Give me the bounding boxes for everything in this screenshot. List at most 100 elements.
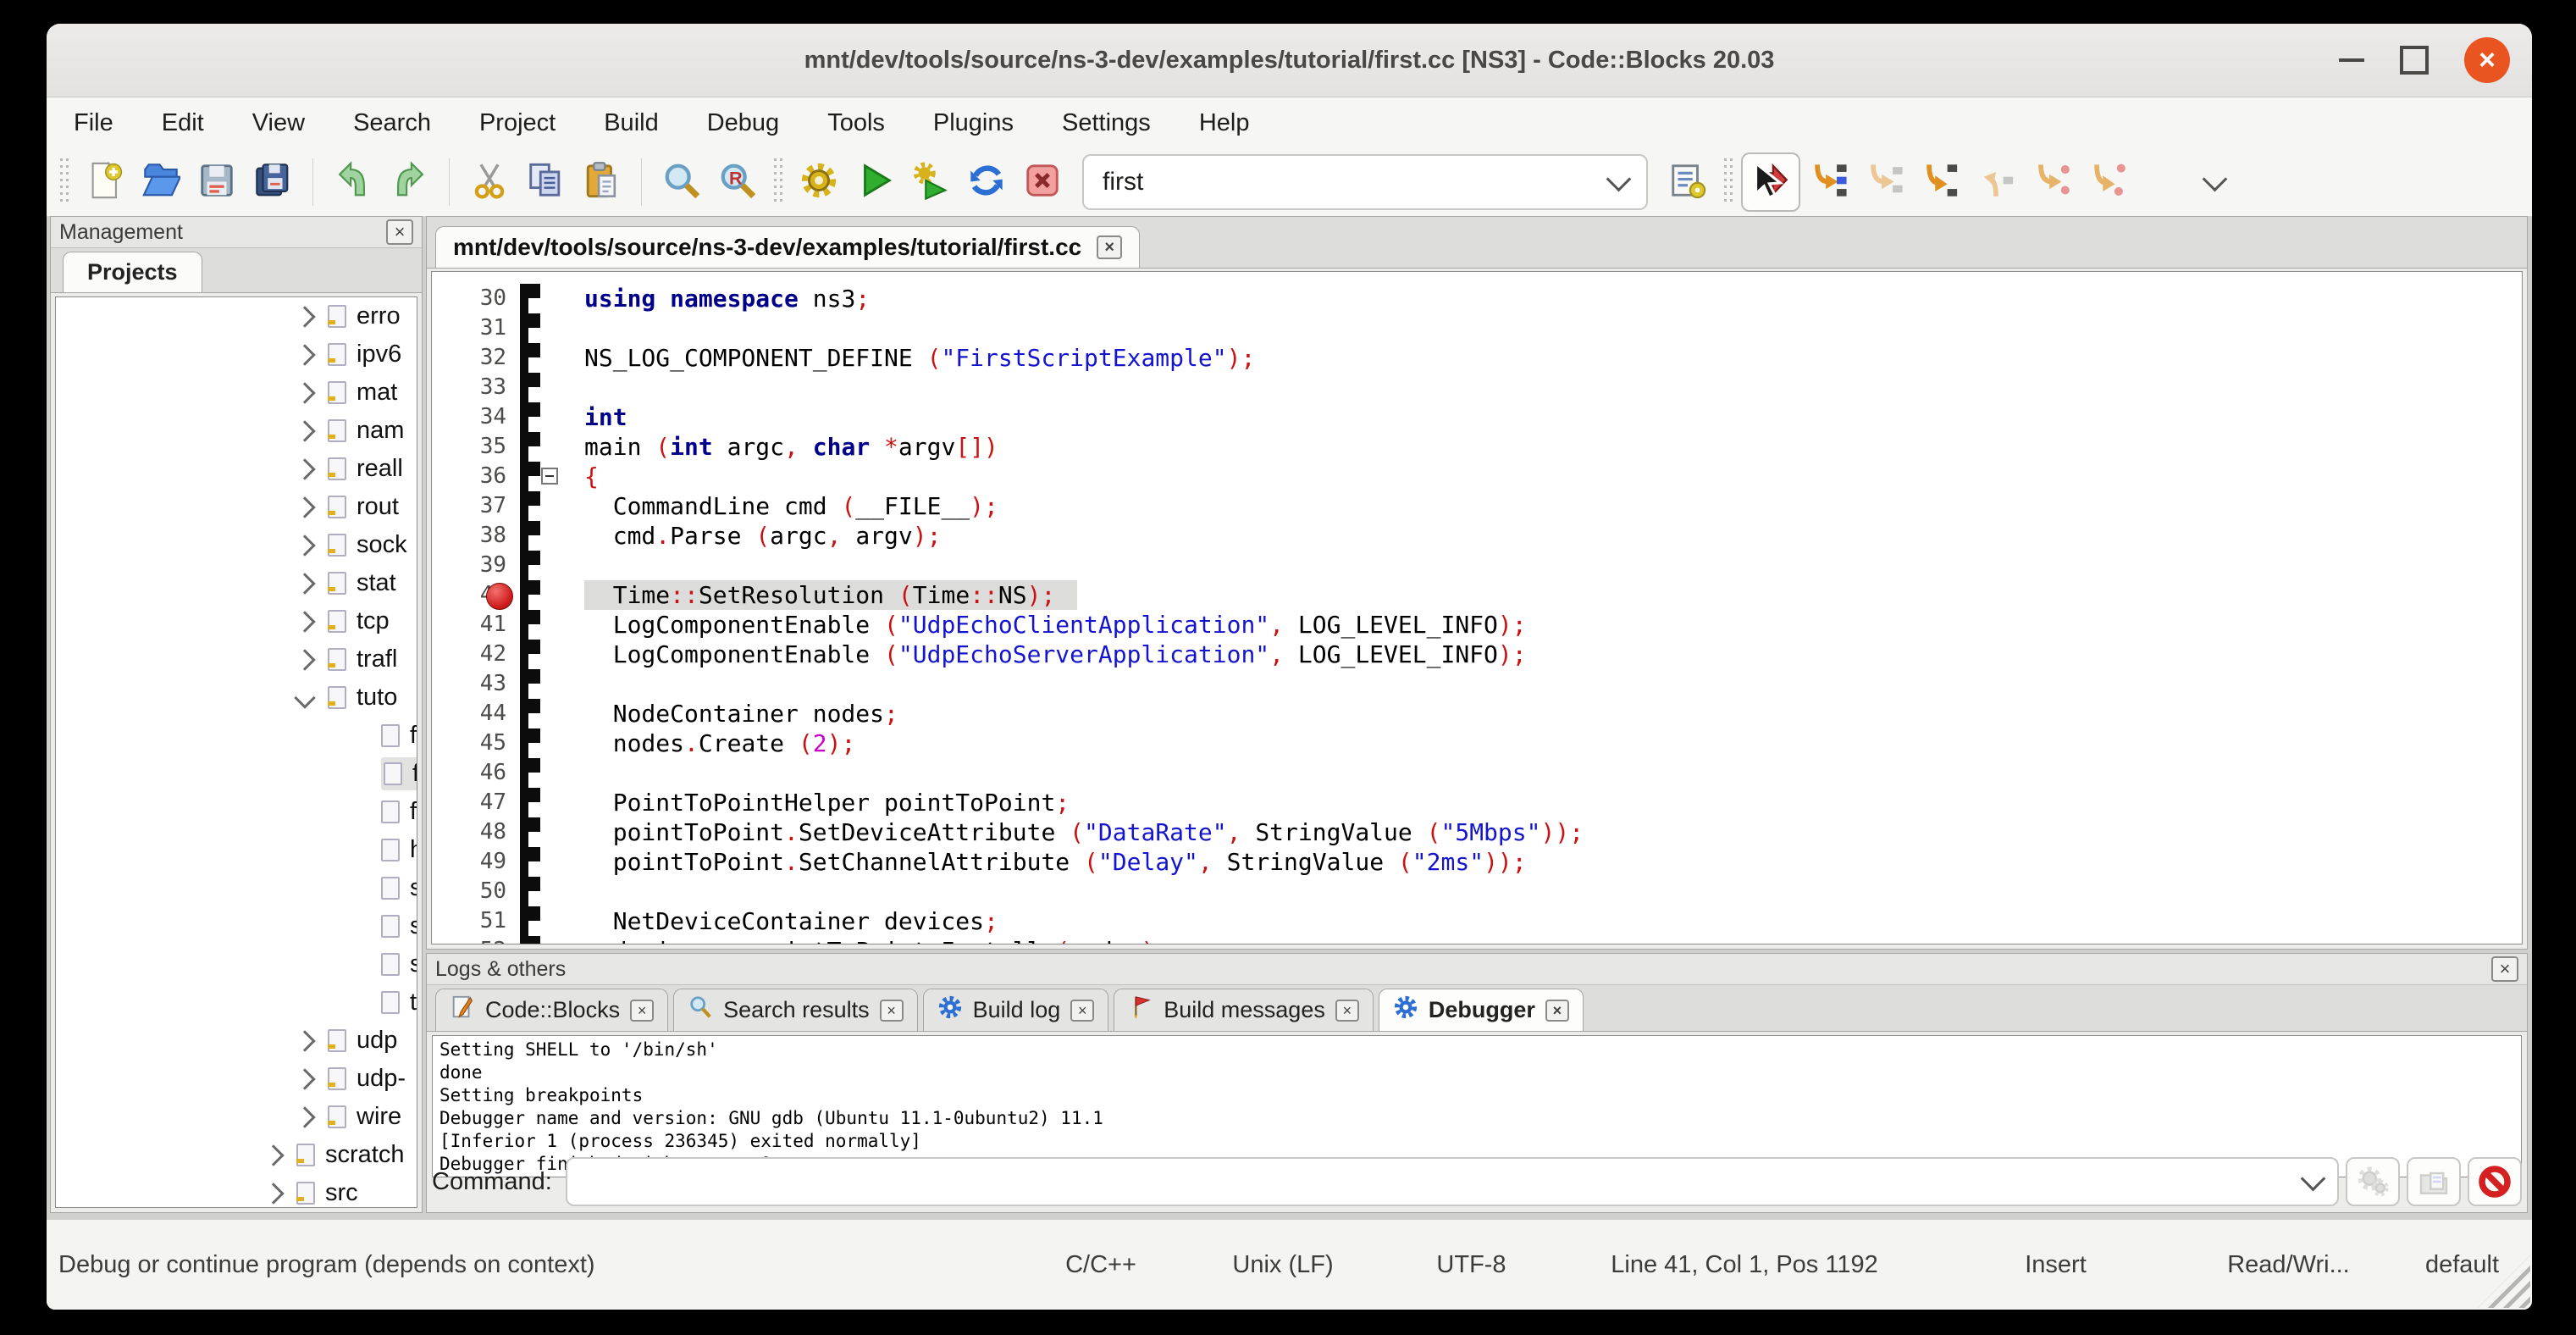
debug-continue-button[interactable] [1741,152,1800,212]
tree-item-he[interactable]: he [56,831,417,869]
expander-closed-icon[interactable] [294,458,315,479]
save-all-button[interactable] [245,154,301,210]
tree-item-th[interactable]: th [56,983,417,1022]
find-button[interactable] [654,154,710,210]
tree-item-src[interactable]: src [56,1174,417,1208]
project-tree[interactable]: erroipv6matnamreallroutsockstattcptraflt… [55,296,417,1208]
toolbar-grip[interactable] [772,158,784,206]
logs-tab-code-blocks[interactable]: Code::Blocks× [435,989,668,1031]
expander-closed-icon[interactable] [263,1183,284,1204]
code-line-38[interactable]: 38 cmd.Parse (argc, argv); [432,521,2522,551]
next-line-button[interactable] [1856,154,1912,210]
expander-closed-icon[interactable] [294,535,315,556]
code-line-44[interactable]: 44 NodeContainer nodes; [432,699,2522,728]
code-line-34[interactable]: 34int [432,402,2522,432]
command-input[interactable] [566,1157,2339,1206]
expander-closed-icon[interactable] [294,1106,315,1127]
expander-closed-icon[interactable] [294,573,315,594]
logs-tab-build-messages[interactable]: Build messages× [1114,989,1374,1031]
code-line-30[interactable]: 30using namespace ns3; [432,284,2522,313]
code-line-36[interactable]: 36{ [432,462,2522,491]
code-line-37[interactable]: 37 CommandLine cmd (__FILE__); [432,491,2522,521]
expander-closed-icon[interactable] [294,306,315,327]
replace-button[interactable]: R [710,154,766,210]
code-line-50[interactable]: 50 [432,877,2522,906]
tab-projects[interactable]: Projects [63,252,202,292]
code-line-39[interactable]: 39 [432,551,2522,580]
tree-item-fo[interactable]: fo [56,793,417,831]
tree-item-tuto[interactable]: tuto [56,679,417,717]
code-line-40[interactable]: 40 Time::SetResolution (Time::NS); [432,580,2522,610]
build-target-combo[interactable]: first [1082,154,1648,210]
expander-closed-icon[interactable] [294,420,315,441]
logs-tab-close-icon[interactable]: × [630,1000,654,1022]
expander-closed-icon[interactable] [294,1030,315,1051]
code-line-47[interactable]: 47 PointToPointHelper pointToPoint; [432,788,2522,817]
maximize-button[interactable] [2400,46,2429,75]
tree-item-six[interactable]: six [56,945,417,983]
menu-settings[interactable]: Settings [1062,109,1151,137]
toolbar-grip[interactable] [1722,158,1734,206]
step-into-instruction-button[interactable] [2080,154,2136,210]
breakpoint-icon[interactable] [486,583,513,610]
debugger-settings-button[interactable] [2346,1157,2400,1206]
code-line-46[interactable]: 46 [432,758,2522,788]
title-bar[interactable]: mnt/dev/tools/source/ns-3-dev/examples/t… [47,24,2532,97]
command-dropdown-icon[interactable] [2301,1166,2326,1191]
run-button[interactable] [847,154,903,210]
tree-item-se[interactable]: se [56,907,417,945]
logs-tab-close-icon[interactable]: × [1070,1000,1094,1022]
expander-closed-icon[interactable] [294,382,315,403]
select-target-button[interactable] [1660,154,1716,210]
code-line-41[interactable]: 41 LogComponentEnable ("UdpEchoClientApp… [432,610,2522,640]
logs-tab-build-log[interactable]: Build log× [923,989,1109,1031]
code-line-42[interactable]: 42 LogComponentEnable ("UdpEchoServerApp… [432,640,2522,669]
menu-help[interactable]: Help [1199,109,1250,137]
tree-item-rout[interactable]: rout [56,488,417,526]
tree-item-stat[interactable]: stat [56,564,417,602]
menu-debug[interactable]: Debug [707,109,779,137]
tree-item-reall[interactable]: reall [56,450,417,488]
menu-build[interactable]: Build [604,109,659,137]
paste-button[interactable] [573,154,629,210]
logs-close-icon[interactable]: × [2491,956,2518,982]
logs-tab-debugger[interactable]: Debugger× [1379,989,1584,1031]
copy-log-button[interactable] [2407,1157,2461,1206]
code-line-48[interactable]: 48 pointToPoint.SetDeviceAttribute ("Dat… [432,817,2522,847]
minimize-button[interactable] [2339,58,2364,62]
tree-item-tcp[interactable]: tcp [56,602,417,640]
step-into-button[interactable] [1912,154,1968,210]
tree-item-ipv6[interactable]: ipv6 [56,335,417,374]
menu-edit[interactable]: Edit [162,109,204,137]
cut-button[interactable] [462,154,517,210]
editor-tab-first-cc[interactable]: mnt/dev/tools/source/ns-3-dev/examples/t… [435,226,1140,268]
tree-item-se[interactable]: se [56,869,417,907]
code-line-32[interactable]: 32NS_LOG_COMPONENT_DEFINE ("FirstScriptE… [432,343,2522,373]
code-line-43[interactable]: 43 [432,669,2522,699]
code-line-31[interactable]: 31 [432,313,2522,343]
copy-button[interactable] [517,154,573,210]
run-to-cursor-button[interactable] [1800,154,1856,210]
toolbar-grip[interactable] [58,158,70,206]
menu-file[interactable]: File [74,109,113,137]
code-line-33[interactable]: 33 [432,373,2522,402]
redo-button[interactable] [381,154,437,210]
tree-item-erro[interactable]: erro [56,297,417,335]
expander-closed-icon[interactable] [294,649,315,670]
tree-item-mat[interactable]: mat [56,374,417,412]
logs-tab-close-icon[interactable]: × [880,1000,904,1022]
combo-dropdown-icon[interactable] [1606,166,1632,191]
save-button[interactable] [189,154,245,210]
next-instruction-button[interactable] [2024,154,2080,210]
logs-tab-close-icon[interactable]: × [1335,1000,1359,1022]
tree-item-wire[interactable]: wire [56,1098,417,1136]
expander-closed-icon[interactable] [263,1144,284,1166]
code-line-35[interactable]: 35main (int argc, char *argv[]) [432,432,2522,462]
menu-view[interactable]: View [252,109,305,137]
tree-item-udp[interactable]: udp- [56,1060,417,1098]
fold-collapse-icon[interactable] [541,468,558,485]
editor-tab-close-icon[interactable]: × [1097,235,1122,259]
menu-project[interactable]: Project [479,109,556,137]
expander-closed-icon[interactable] [294,1068,315,1089]
code-line-52[interactable]: 52 devices = pointToPoint.Install (nodes… [432,936,2522,944]
